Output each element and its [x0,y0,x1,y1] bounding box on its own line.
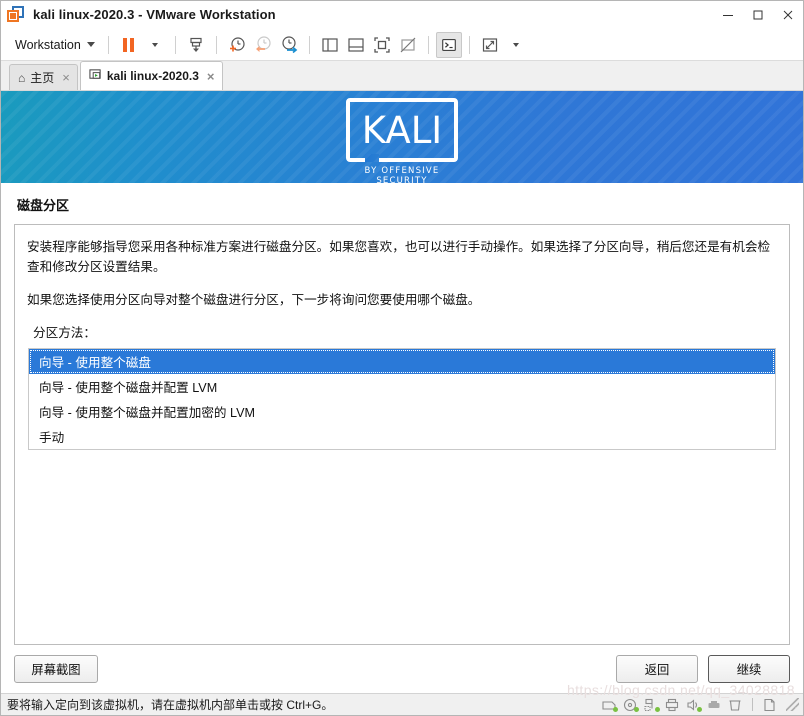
kali-banner: KALI BY OFFENSIVE SECURITY [1,91,803,186]
snapshot-save-icon[interactable] [183,32,209,58]
toolbar-divider [215,35,217,54]
message-log-icon[interactable] [762,698,777,712]
snapshot-revert-icon[interactable] [250,32,276,58]
close-icon[interactable]: × [62,71,70,84]
fullscreen-icon[interactable] [369,32,395,58]
sound-card-icon[interactable] [686,698,702,712]
workstation-menu-button[interactable]: Workstation [9,35,101,55]
kali-logo: KALI BY OFFENSIVE SECURITY [346,98,458,186]
cd-dvd-icon[interactable] [623,698,639,712]
list-item[interactable]: 向导 - 使用整个磁盘并配置加密的 LVM [29,399,775,424]
status-device-icons [602,698,799,712]
installer-button-bar: 屏幕截图 返回 继续 [1,645,803,693]
tab-kali-vm[interactable]: kali linux-2020.3 × [79,61,223,90]
status-divider [752,698,753,711]
description-paragraph-2: 如果您选择使用分区向导对整个磁盘进行分区，下一步将询问您要使用哪个磁盘。 [27,292,481,307]
tab-strip: ⌂ 主页 × kali linux-2020.3 × [1,61,803,91]
vm-running-icon [89,68,102,84]
workstation-menu-label: Workstation [15,37,81,52]
resize-grip[interactable] [786,698,799,711]
status-message: 要将输入定向到该虚拟机，请在虚拟机内部单击或按 Ctrl+G。 [7,698,334,712]
stretch-icon[interactable] [477,32,503,58]
snapshot-add-icon[interactable] [224,32,250,58]
close-icon[interactable]: × [207,70,215,83]
continue-button[interactable]: 继续 [708,655,790,683]
toolbar-divider [174,35,176,54]
screenshot-button[interactable]: 屏幕截图 [14,655,98,683]
back-button[interactable]: 返回 [616,655,698,683]
unity-disabled-icon[interactable] [395,32,421,58]
network-adapter-icon[interactable] [644,698,660,712]
vm-console-view[interactable]: KALI BY OFFENSIVE SECURITY 磁盘分区 安装程序能够指导… [1,91,803,693]
tab-label: kali linux-2020.3 [106,69,199,83]
toolbar-divider [468,35,470,54]
window-controls [713,1,803,29]
navigation-buttons: 返回 继续 [616,655,790,683]
snapshot-manager-icon[interactable] [276,32,302,58]
toolbar-divider [107,35,109,54]
vmware-logo-icon [7,5,25,24]
removable-device-icon[interactable] [728,698,743,712]
window-title: kali linux-2020.3 - VMware Workstation [33,7,276,22]
home-icon: ⌂ [18,70,26,85]
status-bar: 要将输入定向到该虚拟机，请在虚拟机内部单击或按 Ctrl+G。 https://… [1,682,803,715]
description-paragraph-1: 安装程序能够指导您采用各种标准方案进行磁盘分区。如果您喜欢，也可以进行手动操作。… [27,240,771,275]
installer-body: 磁盘分区 安装程序能够指导您采用各种标准方案进行磁盘分区。如果您喜欢，也可以进行… [1,183,803,693]
console-icon[interactable] [435,31,462,58]
title-bar: kali linux-2020.3 - VMware Workstation [1,1,803,29]
kali-wordmark: KALI [361,108,443,152]
panel-left-icon[interactable] [317,32,343,58]
hard-disk-icon[interactable] [602,698,618,712]
pause-icon[interactable] [116,32,142,58]
printer-icon[interactable] [665,698,680,712]
toolbar-divider [427,35,429,54]
partition-method-list[interactable]: 向导 - 使用整个磁盘 向导 - 使用整个磁盘并配置 LVM 向导 - 使用整个… [28,348,776,451]
installer-panel: 安装程序能够指导您采用各种标准方案进行磁盘分区。如果您喜欢，也可以进行手动操作。… [14,224,790,645]
stretch-dropdown-caret-down-icon[interactable] [503,32,529,58]
tab-label: 主页 [30,71,55,85]
page-title: 磁盘分区 [17,198,70,213]
pause-dropdown-caret-down-icon[interactable] [142,32,168,58]
minimize-icon[interactable] [713,1,743,29]
toolbar-divider [308,35,310,54]
list-item[interactable]: 向导 - 使用整个磁盘并配置 LVM [29,374,775,399]
chevron-down-icon [86,42,95,47]
tab-home[interactable]: ⌂ 主页 × [9,64,78,90]
close-icon[interactable] [773,1,803,29]
panel-bottom-icon[interactable] [343,32,369,58]
usb-device-icon[interactable] [707,698,722,712]
list-item[interactable]: 手动 [29,424,775,449]
maximize-icon[interactable] [743,1,773,29]
main-toolbar: Workstation [1,29,803,61]
list-item[interactable]: 向导 - 使用整个磁盘 [29,349,775,375]
partition-method-label: 分区方法： [33,326,96,341]
vmware-workstation-window: kali linux-2020.3 - VMware Workstation W… [0,0,804,716]
